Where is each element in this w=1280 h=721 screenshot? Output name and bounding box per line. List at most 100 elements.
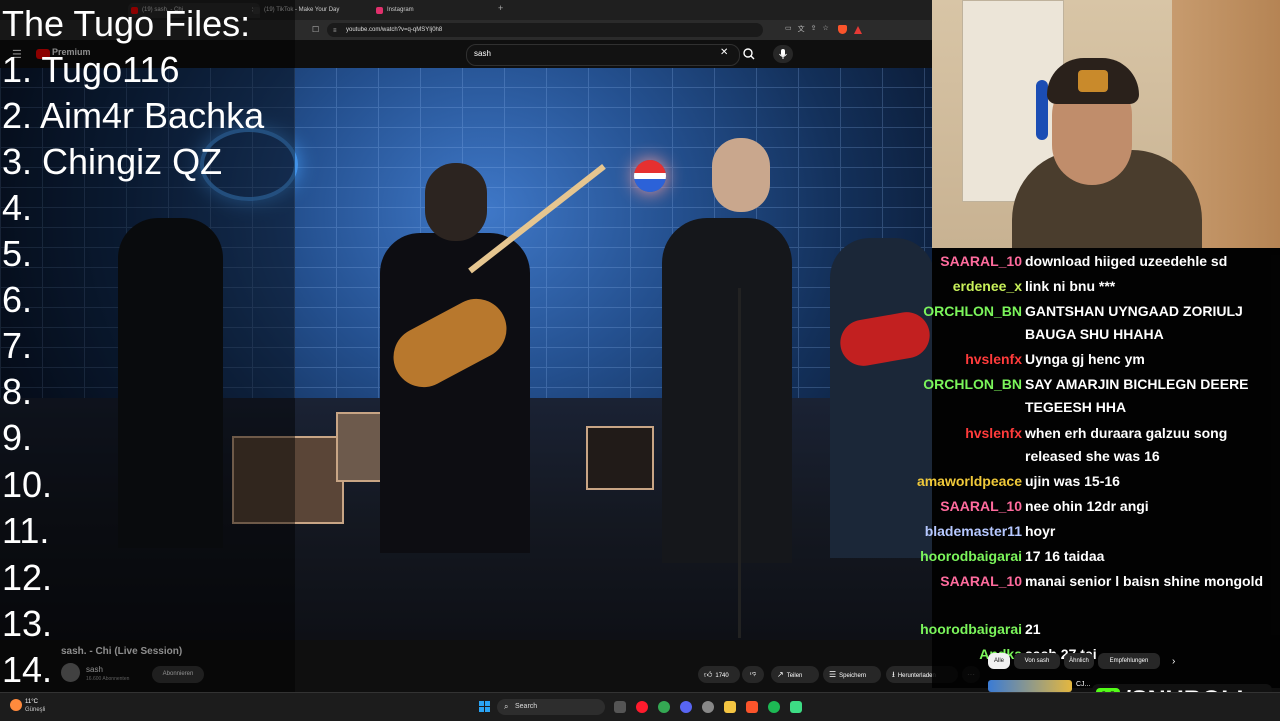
- chat-text: SAY AMARJIN BICHLEGN DEERE TEGEESH HHA: [1025, 376, 1249, 415]
- discord-icon[interactable]: [680, 701, 692, 713]
- share-arrow-icon: ↗: [777, 670, 784, 679]
- save-label: Speichern: [839, 673, 867, 679]
- list-item: 14.: [2, 649, 53, 690]
- windows-logo-icon: [485, 701, 490, 706]
- like-count: 1740: [715, 673, 729, 679]
- search-icon: ⌕: [504, 702, 509, 711]
- voice-search-button[interactable]: [773, 45, 793, 63]
- chat-text: ujin was 15-16: [1025, 473, 1120, 489]
- url-text[interactable]: youtube.com/watch?v=q-qMSYIj0h8: [346, 24, 442, 36]
- save-button[interactable]: ☰ Speichern: [823, 666, 881, 683]
- search-icon: [743, 48, 755, 60]
- instagram-favicon-icon: [376, 7, 383, 14]
- chip-recommended[interactable]: Empfehlungen: [1098, 653, 1160, 669]
- chat-username[interactable]: hoorodbaigarai: [920, 545, 1022, 568]
- chevron-right-icon[interactable]: ›: [1172, 655, 1175, 669]
- chat-panel: SAARAL_10 download hiiged uzeedehle sd e…: [917, 248, 1280, 688]
- chat-text: link ni bnu ***: [1025, 278, 1116, 294]
- chat-username[interactable]: SAARAL_10: [940, 495, 1022, 518]
- download-icon: ⭳: [892, 670, 895, 679]
- guitarist-right: [830, 238, 932, 558]
- singer: [662, 218, 792, 563]
- tab-label: Instagram: [387, 7, 414, 13]
- terminal-icon[interactable]: [790, 701, 802, 713]
- windows-logo-icon: [485, 707, 490, 712]
- new-tab-plus-icon[interactable]: +: [498, 3, 503, 13]
- chip-all[interactable]: Alle: [988, 653, 1010, 669]
- chip-related[interactable]: Ähnlich: [1064, 653, 1094, 669]
- webcam-feed: [932, 0, 1280, 248]
- search-button[interactable]: [738, 45, 760, 63]
- chat-text: 21: [1025, 621, 1041, 637]
- spotify-icon[interactable]: [768, 701, 780, 713]
- chip-from-channel[interactable]: Von sash: [1014, 653, 1060, 669]
- file-explorer-icon[interactable]: [614, 701, 626, 713]
- search-input[interactable]: [466, 44, 740, 66]
- settings-icon[interactable]: [702, 701, 714, 713]
- list-item: 12.: [2, 557, 53, 598]
- list-item: 8.: [2, 371, 33, 412]
- share-button[interactable]: ↗ Teilen: [771, 666, 819, 683]
- up-next-thumbnail[interactable]: [988, 680, 1072, 692]
- list-item: 3. Chingiz QZ: [2, 141, 223, 182]
- list-item: 11.: [2, 510, 50, 551]
- taskbar-search-input[interactable]: [497, 699, 605, 715]
- mic-stand: [738, 288, 741, 638]
- chat-text: manai senior l baisn shine mongold: [1025, 573, 1264, 589]
- taskbar-search-placeholder[interactable]: Search: [515, 702, 537, 712]
- chat-username[interactable]: ORCHLON_BN: [923, 373, 1022, 396]
- share-label: Teilen: [786, 673, 803, 679]
- share-icon[interactable]: ⇪: [811, 24, 817, 36]
- site-settings-icon[interactable]: ≡: [333, 26, 337, 36]
- brave-icon[interactable]: [746, 701, 758, 713]
- bassist-head: [425, 163, 487, 241]
- windows-logo-icon: [479, 707, 484, 712]
- cast-icon[interactable]: ▭: [785, 24, 792, 36]
- search-query-text[interactable]: sash: [474, 48, 491, 60]
- list-item: 9.: [2, 417, 33, 458]
- chat-text: GANTSHAN UYNGAAD ZORIULJ BAUGA SHU HHAHA: [1025, 303, 1243, 342]
- chat-username[interactable]: SAARAL_10: [940, 250, 1022, 273]
- windows-logo-icon: [479, 701, 484, 706]
- chrome-icon[interactable]: [658, 701, 670, 713]
- translate-icon[interactable]: 文: [798, 24, 805, 36]
- dislike-button[interactable]: 👎︎: [742, 666, 764, 683]
- headphones: [1036, 80, 1048, 140]
- start-button[interactable]: [479, 701, 491, 713]
- brave-shield-icon[interactable]: [838, 25, 847, 34]
- chat-username[interactable]: blademaster11: [925, 520, 1022, 543]
- chat-username[interactable]: hvslenfx: [965, 348, 1022, 371]
- list-item: 6.: [2, 279, 33, 320]
- chat-text: 17 16 taidaa: [1025, 548, 1105, 564]
- list-item: 13.: [2, 603, 53, 644]
- list-item: 7.: [2, 325, 33, 366]
- up-next-title[interactable]: CJ...: [1076, 680, 1090, 690]
- bookmark-icon[interactable]: ☐: [312, 25, 319, 35]
- chat-username[interactable]: hoorodbaigarai: [920, 618, 1022, 641]
- chat-username[interactable]: hvslenfx: [965, 422, 1022, 445]
- bassist: [380, 233, 530, 553]
- chat-username[interactable]: amaworldpeace: [917, 470, 1022, 493]
- list-item: 10.: [2, 464, 53, 505]
- weather-description[interactable]: Güneşli: [25, 707, 45, 714]
- weather-temperature[interactable]: 11°C: [25, 699, 38, 706]
- chat-text: when erh duraara galzuu song released sh…: [1025, 425, 1228, 464]
- like-button[interactable]: 👍︎ 1740: [698, 666, 740, 683]
- weather-sun-icon[interactable]: [10, 699, 22, 711]
- chat-text: hoyr: [1025, 523, 1056, 539]
- clear-search-icon[interactable]: ✕: [720, 47, 728, 59]
- tab-instagram[interactable]: Instagram: [373, 3, 505, 18]
- chat-username[interactable]: erdenee_x: [953, 275, 1022, 298]
- brave-rewards-icon[interactable]: [854, 26, 862, 34]
- chat-text: nee ohin 12dr angi: [1025, 498, 1149, 514]
- list-item: 4.: [2, 187, 33, 228]
- opera-icon[interactable]: [636, 701, 648, 713]
- singer-head: [712, 138, 770, 212]
- chat-text: Uynga gj henc ym: [1025, 351, 1145, 367]
- folder-icon[interactable]: [724, 701, 736, 713]
- star-icon[interactable]: ☆: [823, 24, 829, 36]
- save-playlist-icon: ☰: [829, 670, 837, 679]
- chat-username[interactable]: ORCHLON_BN: [923, 300, 1022, 323]
- amplifier: [586, 426, 654, 490]
- chat-username[interactable]: SAARAL_10: [940, 570, 1022, 593]
